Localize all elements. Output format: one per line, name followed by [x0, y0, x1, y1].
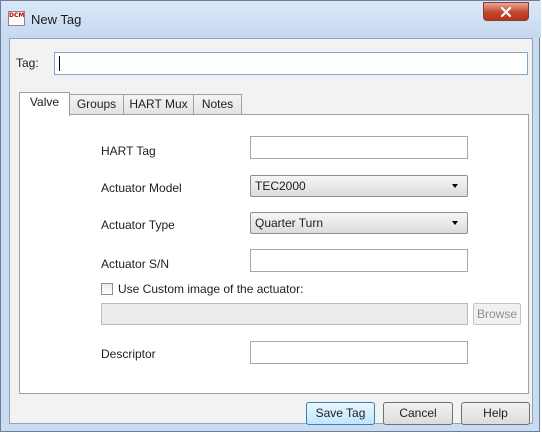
hart-tag-field[interactable]	[250, 136, 468, 159]
cancel-button[interactable]: Cancel	[383, 402, 453, 425]
tag-input[interactable]	[54, 52, 528, 75]
tab-groups[interactable]: Groups	[69, 94, 124, 114]
actuator-type-label: Actuator Type	[101, 218, 175, 232]
app-logo-icon: DCM	[8, 11, 25, 26]
title-bar[interactable]: DCM New Tag	[1, 1, 541, 38]
dropdown-arrow-icon	[452, 221, 458, 225]
close-icon	[500, 6, 512, 18]
actuator-model-label: Actuator Model	[101, 181, 182, 195]
custom-image-label: Use Custom image of the actuator:	[118, 282, 304, 296]
text-caret	[59, 56, 60, 71]
custom-image-path-field	[101, 303, 468, 325]
valve-tab-panel: HART Tag Actuator Model TEC2000 Actuator…	[19, 114, 529, 394]
new-tag-window: DCM New Tag Tag: Valve Groups HART Mux N…	[0, 0, 541, 432]
window-title: New Tag	[31, 12, 82, 27]
custom-image-checkbox[interactable]	[101, 283, 113, 295]
descriptor-label: Descriptor	[101, 347, 156, 361]
descriptor-field[interactable]	[250, 341, 468, 364]
browse-button: Browse	[473, 303, 521, 325]
actuator-type-select[interactable]: Quarter Turn	[250, 212, 468, 234]
hart-tag-label: HART Tag	[101, 144, 156, 158]
tag-label: Tag:	[16, 56, 39, 70]
tab-valve[interactable]: Valve	[19, 92, 70, 116]
close-button[interactable]	[483, 2, 529, 21]
actuator-model-value: TEC2000	[255, 179, 306, 193]
actuator-sn-label: Actuator S/N	[101, 257, 170, 271]
tab-hart-mux[interactable]: HART Mux	[123, 94, 194, 114]
actuator-type-value: Quarter Turn	[255, 216, 324, 230]
actuator-sn-field[interactable]	[250, 249, 468, 272]
dialog-body: Tag: Valve Groups HART Mux Notes HART Ta…	[9, 38, 533, 425]
help-button[interactable]: Help	[461, 402, 530, 425]
actuator-model-select[interactable]: TEC2000	[250, 175, 468, 197]
dropdown-arrow-icon	[452, 184, 458, 188]
tab-notes[interactable]: Notes	[193, 94, 242, 114]
save-tag-button[interactable]: Save Tag	[306, 402, 375, 425]
